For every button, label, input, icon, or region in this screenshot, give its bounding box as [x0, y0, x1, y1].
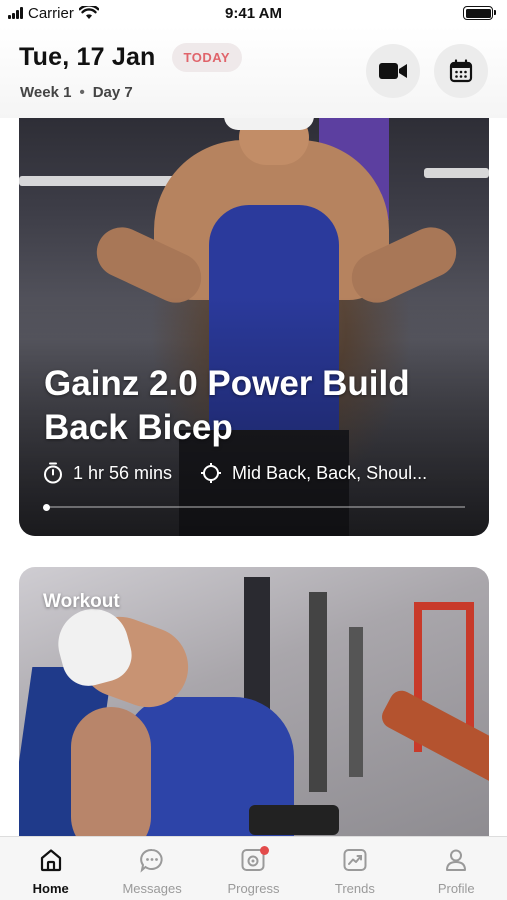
header: Tue, 17 Jan TODAY Week 1 • Day 7	[0, 26, 507, 118]
athlete-belt	[249, 805, 339, 835]
tab-home[interactable]: Home	[6, 847, 96, 896]
duration-item: 1 hr 56 mins	[43, 462, 172, 484]
workout-progress-track	[45, 506, 465, 508]
status-left: Carrier	[8, 5, 99, 22]
stopwatch-icon	[44, 462, 62, 484]
tab-progress[interactable]: Progress	[208, 846, 298, 896]
tab-trends[interactable]: Trends	[310, 847, 400, 896]
athlete-arm	[71, 707, 151, 857]
calendar-icon	[449, 59, 473, 83]
status-bar: Carrier 9:41 AM	[0, 0, 507, 26]
tab-messages[interactable]: Messages	[107, 847, 197, 896]
workout-title-line: Back Bicep	[44, 408, 233, 447]
tab-label: Trends	[334, 881, 375, 896]
week-label: Week 1	[20, 84, 72, 101]
signal-icon	[8, 7, 23, 19]
video-button[interactable]	[366, 44, 420, 98]
trend-chart-icon	[343, 849, 367, 871]
tab-label: Home	[32, 881, 69, 896]
target-item: Mid Back, Back, Shoul...	[200, 462, 427, 484]
battery-icon	[463, 6, 496, 20]
gym-machine	[349, 627, 363, 777]
workout-progress-knob	[43, 504, 50, 511]
week-day-label: Week 1 • Day 7	[20, 84, 133, 101]
today-badge[interactable]: TODAY	[171, 43, 243, 72]
tab-label: Messages	[122, 881, 182, 896]
video-camera-icon	[379, 63, 407, 79]
workout-title: Gainz 2.0 Power Build Back Bicep	[44, 362, 474, 450]
person-icon	[446, 849, 467, 871]
day-label: Day 7	[92, 84, 133, 101]
carrier-label: Carrier	[28, 4, 74, 22]
separator-dot: •	[79, 84, 85, 101]
tab-label: Profile	[437, 881, 475, 896]
workout-meta: 1 hr 56 mins Mid Back, Back, Shoul...	[43, 462, 427, 484]
date-row: Tue, 17 Jan TODAY	[19, 43, 243, 72]
workout-title-line: Gainz 2.0 Power Build	[44, 364, 410, 403]
gym-machine	[309, 592, 327, 792]
workout-card[interactable]: Gainz 2.0 Power Build Back Bicep 1 hr 56…	[19, 100, 489, 536]
chat-bubble-icon	[140, 848, 163, 873]
notification-dot	[260, 846, 270, 855]
workout-card-secondary[interactable]: Workout	[19, 567, 489, 857]
tab-profile[interactable]: Profile	[411, 847, 501, 896]
calendar-button[interactable]	[434, 44, 488, 98]
home-icon	[40, 849, 61, 872]
card-label: Workout	[43, 591, 120, 612]
date-title[interactable]: Tue, 17 Jan	[19, 43, 156, 72]
crosshair-icon	[201, 463, 222, 483]
duration-label: 1 hr 56 mins	[73, 462, 173, 483]
tab-bar: Home Messages Progress Trends Profile	[0, 836, 507, 900]
wifi-icon	[78, 6, 99, 19]
target-muscles-label: Mid Back, Back, Shoul...	[232, 462, 428, 483]
tab-label: Progress	[227, 881, 280, 896]
